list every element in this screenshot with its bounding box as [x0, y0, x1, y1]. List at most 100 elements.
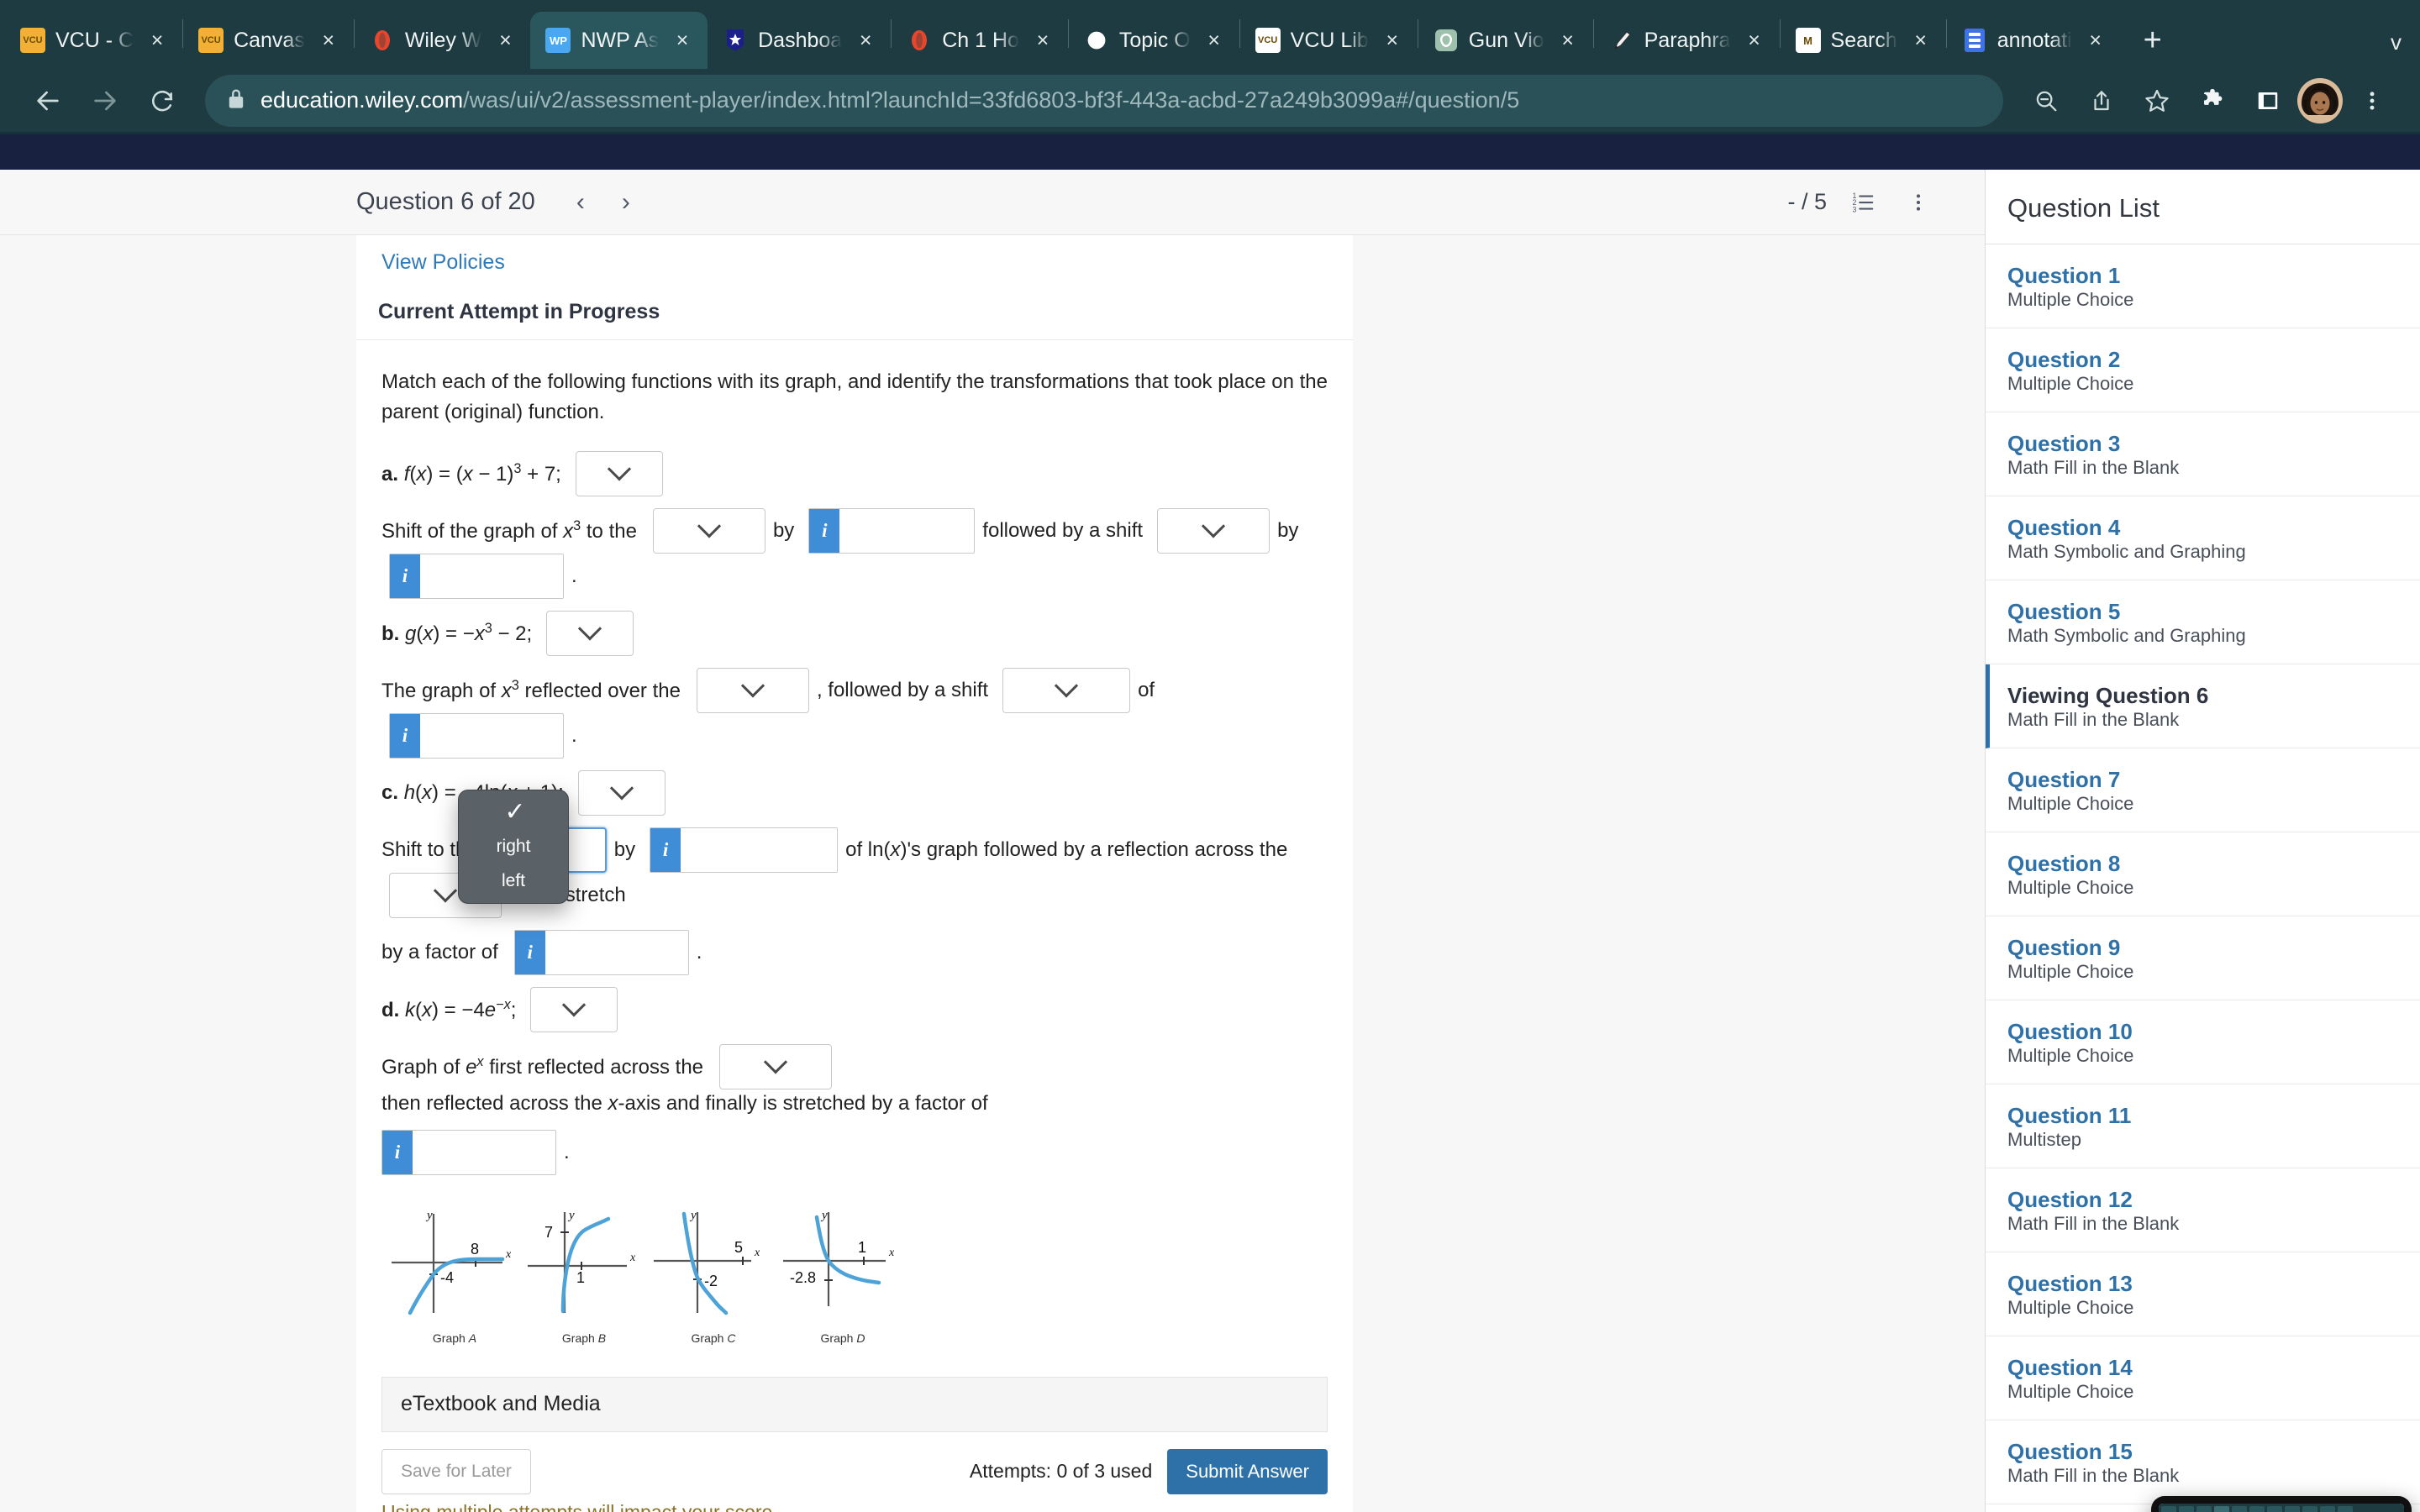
- question-list-item[interactable]: Question 5 Math Symbolic and Graphing: [1986, 580, 2420, 664]
- question-list-item[interactable]: Question 14 Multiple Choice: [1986, 1336, 2420, 1420]
- extensions-icon[interactable]: [2186, 75, 2238, 127]
- math-field[interactable]: [545, 931, 688, 974]
- part-b-axis-select[interactable]: [696, 668, 809, 713]
- next-question-button[interactable]: ›: [606, 182, 646, 223]
- tab-gun-vio[interactable]: Gun Vio ×: [1418, 12, 1593, 69]
- etextbook-and-media-bar[interactable]: eTextbook and Media: [381, 1376, 1328, 1432]
- tab-paraphra[interactable]: Paraphra ×: [1594, 12, 1780, 69]
- prev-question-button[interactable]: ‹: [560, 182, 601, 223]
- tab-search-icon[interactable]: v: [2391, 29, 2402, 55]
- direction-dropdown-popup[interactable]: ✓ right left: [458, 790, 569, 904]
- close-icon[interactable]: ×: [492, 27, 518, 54]
- close-icon[interactable]: ×: [1201, 27, 1228, 54]
- tab-topic-o[interactable]: Topic O ×: [1069, 12, 1239, 69]
- math-field[interactable]: [413, 1131, 555, 1174]
- tab-canvas[interactable]: VCU Canvas ×: [183, 12, 354, 69]
- question-list-item-label[interactable]: Question 2: [2007, 347, 2398, 373]
- question-list-item[interactable]: Question 12 Math Fill in the Blank: [1986, 1168, 2420, 1252]
- question-list-item-label[interactable]: Question 5: [2007, 599, 2398, 625]
- part-c-factor-input[interactable]: i: [513, 930, 689, 975]
- question-list-item-label[interactable]: Viewing Question 6: [2007, 683, 2398, 709]
- info-icon[interactable]: i: [390, 714, 420, 758]
- bookmark-star-icon[interactable]: [2131, 75, 2183, 127]
- question-list-item-label[interactable]: Question 4: [2007, 515, 2398, 541]
- question-list-item-label[interactable]: Question 15: [2007, 1439, 2398, 1465]
- question-list-item-label[interactable]: Question 12: [2007, 1187, 2398, 1213]
- math-field[interactable]: [420, 714, 563, 758]
- browser-menu-icon[interactable]: [2346, 75, 2398, 127]
- question-list-item[interactable]: Viewing Question 6 Math Fill in the Blank: [1986, 664, 2420, 748]
- part-a-amount-input[interactable]: i: [808, 508, 976, 554]
- close-icon[interactable]: ×: [669, 27, 696, 54]
- tab-ch-1-ho[interactable]: Ch 1 Ho ×: [892, 12, 1068, 69]
- question-list-item[interactable]: Question 8 Multiple Choice: [1986, 832, 2420, 916]
- part-b-amount-input[interactable]: i: [389, 713, 564, 759]
- zoom-out-icon[interactable]: [2020, 75, 2072, 127]
- close-icon[interactable]: ×: [1379, 27, 1406, 54]
- close-icon[interactable]: ×: [144, 27, 171, 54]
- reload-icon[interactable]: [136, 75, 188, 127]
- close-icon[interactable]: ×: [1907, 27, 1934, 54]
- info-icon[interactable]: i: [382, 1130, 413, 1174]
- part-a-graph-select[interactable]: [575, 451, 663, 496]
- part-a-direction2-select[interactable]: [1157, 508, 1270, 554]
- math-field[interactable]: [420, 554, 563, 598]
- info-icon[interactable]: i: [514, 931, 545, 974]
- close-icon[interactable]: ×: [1029, 27, 1056, 54]
- close-icon[interactable]: ×: [2082, 27, 2109, 54]
- side-panel-icon[interactable]: [2242, 75, 2294, 127]
- dropdown-option-blank-selected[interactable]: ✓: [459, 795, 568, 830]
- close-icon[interactable]: ×: [1555, 27, 1581, 54]
- close-icon[interactable]: ×: [852, 27, 879, 54]
- tab-nwp-as[interactable]: WP NWP As ×: [530, 12, 708, 69]
- dropdown-option-left[interactable]: left: [459, 864, 568, 898]
- close-icon[interactable]: ×: [1741, 27, 1768, 54]
- question-list-item-label[interactable]: Question 9: [2007, 935, 2398, 961]
- question-list-item-label[interactable]: Question 14: [2007, 1355, 2398, 1381]
- submit-answer-button[interactable]: Submit Answer: [1167, 1448, 1328, 1494]
- question-list-item-label[interactable]: Question 8: [2007, 851, 2398, 877]
- view-policies-link[interactable]: View Policies: [378, 235, 505, 275]
- part-a-direction-select[interactable]: [652, 508, 765, 554]
- question-list-item-label[interactable]: Question 7: [2007, 767, 2398, 793]
- address-bar[interactable]: education.wiley.com/was/ui/v2/assessment…: [205, 74, 2003, 127]
- profile-avatar[interactable]: [2297, 77, 2343, 123]
- tab-vcu-c[interactable]: VCU VCU - C ×: [5, 12, 182, 69]
- part-b-graph-select[interactable]: [546, 611, 634, 656]
- question-list-item[interactable]: Question 1 Multiple Choice: [1986, 244, 2420, 328]
- info-icon[interactable]: i: [650, 828, 681, 872]
- save-for-later-button[interactable]: Save for Later: [381, 1448, 531, 1494]
- question-list-item-label[interactable]: Question 1: [2007, 263, 2398, 289]
- question-list-item[interactable]: Question 3 Math Fill in the Blank: [1986, 412, 2420, 496]
- question-list-item[interactable]: Question 11 Multistep: [1986, 1084, 2420, 1168]
- tab-search[interactable]: M Search ×: [1781, 12, 1946, 69]
- part-c-amount-input[interactable]: i: [650, 827, 839, 873]
- math-field[interactable]: [839, 509, 974, 553]
- info-icon[interactable]: i: [809, 509, 840, 553]
- share-icon[interactable]: [2075, 75, 2128, 127]
- info-icon[interactable]: i: [390, 554, 420, 598]
- tab-vcu-lib[interactable]: VCU VCU Lib ×: [1240, 12, 1418, 69]
- part-d-graph-select[interactable]: [530, 987, 618, 1032]
- back-icon[interactable]: [22, 75, 74, 127]
- forward-icon[interactable]: [79, 75, 131, 127]
- screen-share-preview[interactable]: [2151, 1496, 2412, 1512]
- question-list-item[interactable]: Question 2 Multiple Choice: [1986, 328, 2420, 412]
- question-list-item-label[interactable]: Question 11: [2007, 1103, 2398, 1129]
- question-list-item[interactable]: Question 13 Multiple Choice: [1986, 1252, 2420, 1336]
- part-b-direction-select[interactable]: [1002, 668, 1131, 713]
- ordered-list-icon[interactable]: 123: [1844, 183, 1882, 222]
- kebab-menu-icon[interactable]: [1899, 183, 1938, 222]
- question-list-item[interactable]: Question 7 Multiple Choice: [1986, 748, 2420, 832]
- part-a-amount2-input[interactable]: i: [389, 554, 564, 599]
- question-list-item[interactable]: Question 9 Multiple Choice: [1986, 916, 2420, 1000]
- question-list-item[interactable]: Question 15 Math Fill in the Blank: [1986, 1420, 2420, 1504]
- tab-annotati[interactable]: annotati ×: [1947, 12, 2121, 69]
- tab-wiley-w[interactable]: Wiley W ×: [355, 12, 531, 69]
- math-field[interactable]: [681, 828, 837, 872]
- question-list-item[interactable]: Question 4 Math Symbolic and Graphing: [1986, 496, 2420, 580]
- close-icon[interactable]: ×: [315, 27, 342, 54]
- tab-dashboa[interactable]: Dashboa ×: [708, 12, 891, 69]
- part-c-graph-select[interactable]: [577, 770, 666, 816]
- question-list-item-label[interactable]: Question 3: [2007, 431, 2398, 457]
